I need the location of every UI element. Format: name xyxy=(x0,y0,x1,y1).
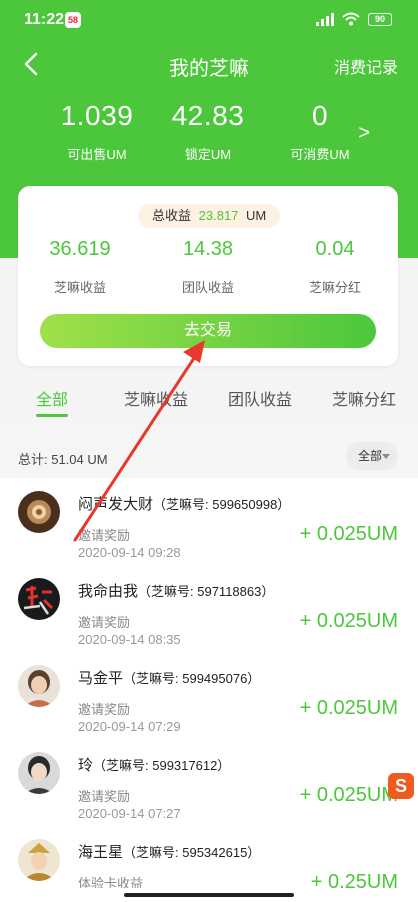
record-time: 2020-09-14 07:29 xyxy=(78,719,181,734)
tab-team-earnings[interactable]: 团队收益 xyxy=(228,386,292,410)
stat-value: 1.039 xyxy=(60,100,134,131)
stat-label: 可消费UM xyxy=(290,147,350,162)
record-amount: + 0.025UM xyxy=(299,610,398,632)
home-indicator[interactable] xyxy=(124,893,294,897)
active-tab-indicator xyxy=(36,414,68,417)
status-bar: 11:22 58 90 xyxy=(0,0,418,40)
filter-dropdown[interactable]: 全部 xyxy=(346,442,398,470)
record-amount: + 0.025UM xyxy=(299,697,398,719)
status-time: 11:22 xyxy=(24,11,65,28)
avatar xyxy=(18,839,60,881)
stat-sellable: 1.039 可出售UM xyxy=(37,100,157,163)
summary-bar: 总计: 51.04 UM 全部 xyxy=(0,438,418,478)
tab-dividend[interactable]: 芝嘛分红 xyxy=(332,386,396,410)
record-time: 2020-09-14 08:35 xyxy=(78,632,181,647)
record-type: 邀请奖励 xyxy=(78,528,131,543)
earnings-dividend: 0.04 芝嘛分红 xyxy=(275,238,395,296)
avatar xyxy=(18,752,60,794)
earnings-zhima: 36.619 芝嘛收益 xyxy=(20,238,140,296)
total-earnings-unit: UM xyxy=(246,208,267,223)
app-notification-icon: 58 xyxy=(65,12,81,28)
chevron-down-icon xyxy=(382,454,390,459)
earnings-card: 总收益 23.817 UM 36.619 芝嘛收益 14.38 团队收益 0.0… xyxy=(18,186,398,366)
total-earnings-value: 23.817 xyxy=(198,208,239,223)
filter-label: 全部 xyxy=(358,449,383,463)
tab-all[interactable]: 全部 xyxy=(36,386,68,410)
input-method-icon[interactable]: S xyxy=(388,773,414,799)
balance-stats: 1.039 可出售UM 42.83 锁定UM 0 可消费UM > xyxy=(0,100,418,170)
go-trade-button[interactable]: 去交易 xyxy=(40,314,376,348)
record-name: 玲（芝嘛号: 599317612） xyxy=(78,757,231,774)
record-name: 我命由我（芝嘛号: 597118863） xyxy=(78,583,275,600)
list-item[interactable]: 马金平（芝嘛号: 599495076） 邀请奖励 2020-09-14 07:2… xyxy=(0,652,418,739)
avatar xyxy=(18,578,60,620)
earnings-value: 0.04 xyxy=(315,238,355,260)
record-name: 马金平（芝嘛号: 599495076） xyxy=(78,670,261,687)
stat-locked: 42.83 锁定UM xyxy=(148,100,268,163)
wifi-icon xyxy=(342,12,360,26)
earnings-label: 芝嘛分红 xyxy=(308,280,361,295)
list-item[interactable]: 我命由我（芝嘛号: 597118863） 邀请奖励 2020-09-14 08:… xyxy=(0,565,418,652)
total-earnings-badge: 总收益 23.817 UM xyxy=(138,204,281,228)
records-list: 闷声发大财（芝嘛号: 599650998） 邀请奖励 2020-09-14 09… xyxy=(0,478,418,893)
consumption-records-link[interactable]: 消费记录 xyxy=(334,54,398,78)
earnings-tabs: 全部 芝嘛收益 团队收益 芝嘛分红 xyxy=(0,380,418,420)
nav-bar: 我的芝嘛 消费记录 xyxy=(0,40,418,86)
tab-zhima-earnings[interactable]: 芝嘛收益 xyxy=(124,386,188,410)
earnings-team: 14.38 团队收益 xyxy=(148,238,268,296)
list-item[interactable]: 玲（芝嘛号: 599317612） 邀请奖励 2020-09-14 07:27 … xyxy=(0,739,418,826)
record-name: 闷声发大财（芝嘛号: 599650998） xyxy=(78,496,291,513)
earnings-label: 芝嘛收益 xyxy=(53,280,106,295)
stat-value: 42.83 xyxy=(171,100,245,131)
earnings-value: 36.619 xyxy=(49,238,111,260)
record-time: 2020-09-14 09:28 xyxy=(78,545,181,560)
summary-total: 总计: 51.04 UM xyxy=(18,452,108,467)
total-earnings-label: 总收益 xyxy=(152,208,192,223)
stats-more-icon[interactable]: > xyxy=(358,122,370,145)
list-item[interactable]: 闷声发大财（芝嘛号: 599650998） 邀请奖励 2020-09-14 09… xyxy=(0,478,418,565)
record-amount: + 0.025UM xyxy=(299,523,398,545)
record-time: 2020-09-14 07:27 xyxy=(78,806,181,821)
stat-label: 锁定UM xyxy=(184,147,232,162)
record-type: 邀请奖励 xyxy=(78,702,131,717)
stat-label: 可出售UM xyxy=(67,147,127,162)
record-type: 邀请奖励 xyxy=(78,789,131,804)
avatar xyxy=(18,665,60,707)
avatar xyxy=(18,491,60,533)
status-icons: 90 xyxy=(316,12,392,26)
record-type: 邀请奖励 xyxy=(78,615,131,630)
signal-icon xyxy=(316,12,334,26)
battery-icon: 90 xyxy=(368,12,392,26)
record-amount: + 0.025UM xyxy=(299,784,398,806)
earnings-label: 团队收益 xyxy=(181,280,234,295)
record-name: 海王星（芝嘛号: 595342615） xyxy=(78,844,261,861)
earnings-value: 14.38 xyxy=(182,238,234,260)
